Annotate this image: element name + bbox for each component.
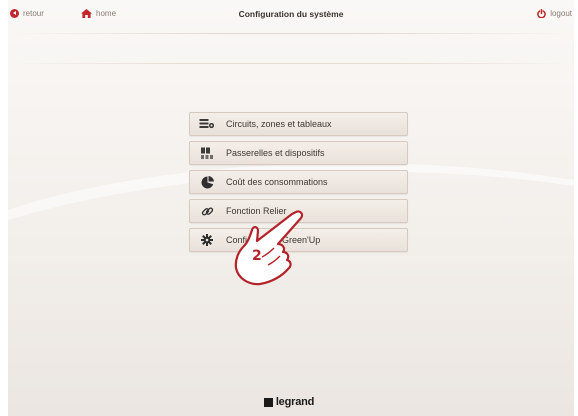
menu-item-gateways[interactable]: Passerelles et dispositifs	[189, 141, 408, 165]
pointing-hand-icon	[234, 210, 304, 286]
legrand-square-icon	[263, 397, 273, 407]
link-icon	[194, 205, 220, 218]
logout-button[interactable]: logout	[537, 9, 572, 18]
brand-name: legrand	[275, 396, 315, 408]
circuits-icon	[194, 118, 220, 130]
top-bar: retour home Configuration du système log…	[8, 0, 574, 34]
power-icon	[537, 9, 547, 18]
page-title: Configuration du système	[238, 9, 344, 19]
menu-item-circuits[interactable]: Circuits, zones et tableaux	[189, 112, 408, 136]
header-divider	[8, 33, 574, 34]
logout-label: logout	[550, 9, 572, 18]
brand-logo: legrand	[0, 396, 578, 408]
pie-chart-icon	[194, 175, 220, 189]
left-frame	[0, 0, 8, 416]
right-frame	[574, 0, 578, 416]
menu-item-label: Coût des consommations	[226, 177, 328, 187]
screen: retour home Configuration du système log…	[0, 0, 578, 416]
subheader-divider	[8, 63, 574, 64]
gear-icon	[194, 234, 220, 246]
menu-item-cost[interactable]: Coût des consommations	[189, 170, 408, 194]
gateway-devices-icon	[194, 147, 220, 160]
menu-item-label: Passerelles et dispositifs	[226, 148, 325, 158]
menu-item-label: Circuits, zones et tableaux	[226, 119, 332, 129]
callout-number: 2	[252, 248, 262, 264]
